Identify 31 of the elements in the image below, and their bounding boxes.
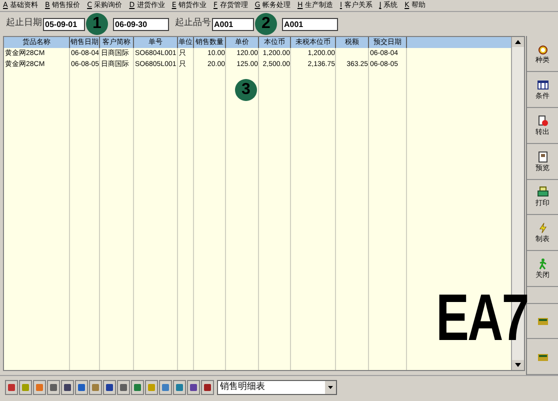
from-field[interactable]: 05-09-01 bbox=[43, 18, 85, 30]
toolbar-button[interactable] bbox=[201, 380, 214, 395]
number-marker: 2 bbox=[255, 13, 277, 35]
running-figure-icon bbox=[536, 258, 548, 270]
toolbar-button[interactable] bbox=[75, 380, 88, 395]
filter-label: 起止品号 bbox=[175, 17, 211, 30]
to-field[interactable]: 06-09-30 bbox=[113, 18, 169, 30]
alarm-clock-icon bbox=[536, 42, 548, 55]
toolbar-button[interactable] bbox=[131, 380, 144, 395]
filter-label: 起止日期 bbox=[6, 17, 42, 30]
toolbar-button[interactable] bbox=[117, 380, 130, 395]
to-field[interactable]: A001 bbox=[282, 18, 338, 30]
printer-icon bbox=[536, 186, 548, 198]
toolbar-button[interactable] bbox=[47, 380, 60, 395]
report-select[interactable]: 销售明细表 bbox=[217, 380, 337, 395]
export-icon bbox=[536, 114, 548, 127]
toolbar-button[interactable] bbox=[159, 380, 172, 395]
toolbar-button[interactable] bbox=[103, 380, 116, 395]
toolbar-button[interactable] bbox=[61, 380, 74, 395]
page-icon bbox=[536, 150, 548, 163]
from-field[interactable]: A001 bbox=[212, 18, 254, 30]
lightning-icon bbox=[536, 222, 548, 234]
toolbar-button[interactable] bbox=[187, 380, 200, 395]
scroll-down-icon[interactable] bbox=[512, 360, 524, 370]
grid-icon bbox=[536, 78, 548, 91]
scroll-up-icon[interactable] bbox=[512, 37, 524, 47]
toolbar-button[interactable] bbox=[5, 380, 18, 395]
caption-text: EA7 bbox=[436, 284, 528, 350]
side-button[interactable] bbox=[527, 303, 558, 340]
toolbar-button[interactable] bbox=[173, 380, 186, 395]
number-marker: 1 bbox=[86, 13, 108, 35]
